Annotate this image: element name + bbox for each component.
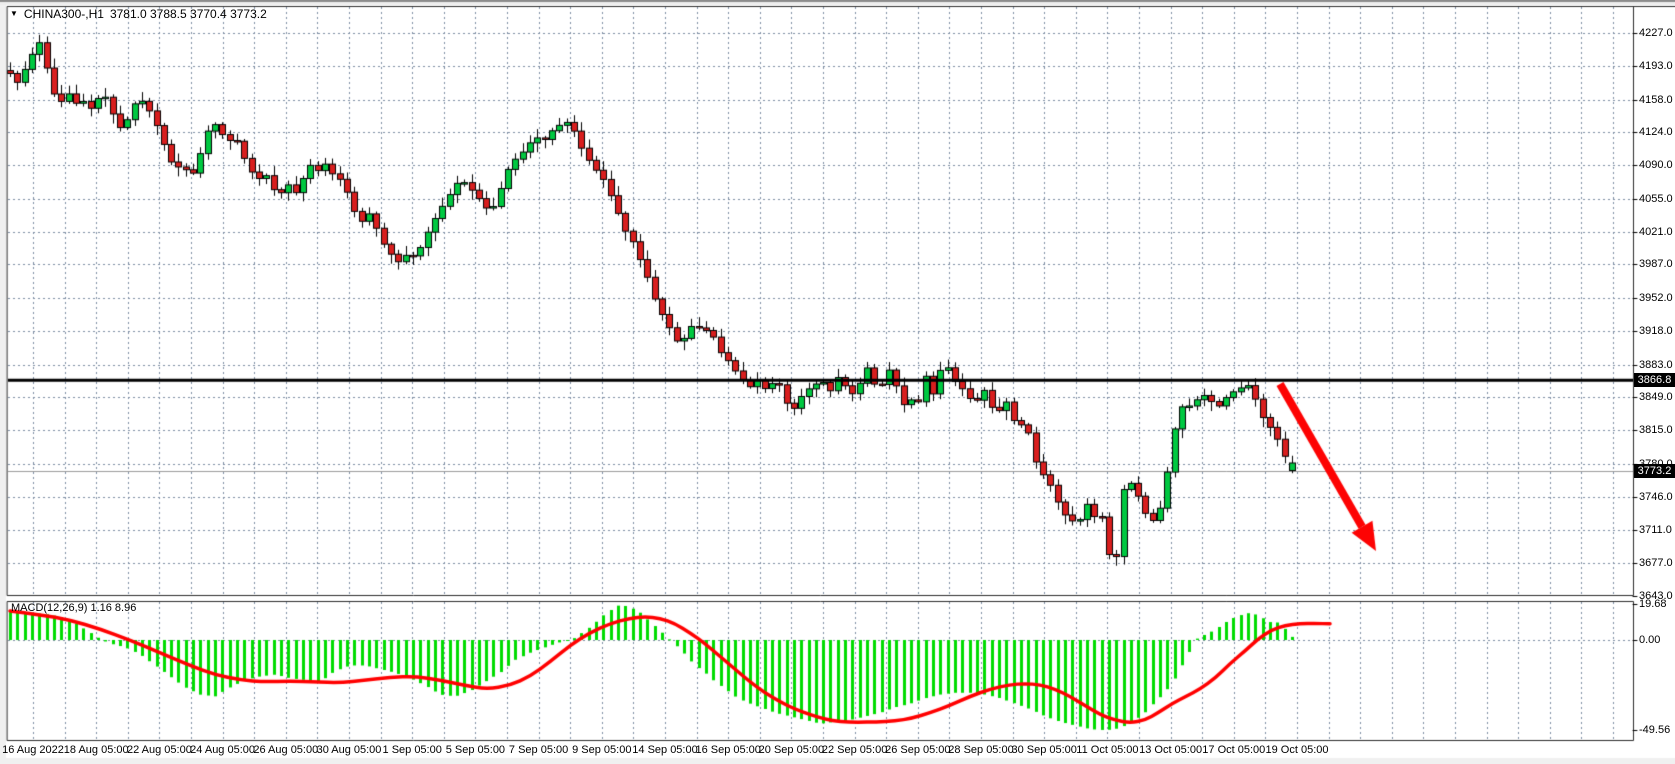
time-axis-label: 24 Aug 05:00 xyxy=(190,744,255,756)
price-axis-label: 3849.0 xyxy=(1639,391,1673,403)
time-axis-label: 13 Oct 05:00 xyxy=(1139,744,1202,756)
time-axis-label: 16 Sep 05:00 xyxy=(695,744,760,756)
price-axis-label: 3883.0 xyxy=(1639,359,1673,371)
current-price-tag: 3773.2 xyxy=(1634,464,1675,478)
time-axis-label: 22 Aug 05:00 xyxy=(127,744,192,756)
time-axis-label: 28 Sep 05:00 xyxy=(948,744,1013,756)
price-axis-label: 4090.0 xyxy=(1639,159,1673,171)
price-axis-label: 3987.0 xyxy=(1639,258,1673,270)
symbol-dropdown-icon[interactable]: ▼ xyxy=(10,10,18,18)
chart-title: ▼ CHINA300-,H1 3781.0 3788.5 3770.4 3773… xyxy=(10,7,267,21)
time-axis-label: 22 Sep 05:00 xyxy=(822,744,887,756)
price-axis-label: 3711.0 xyxy=(1639,524,1672,536)
price-axis-label: 4055.0 xyxy=(1639,193,1673,205)
time-axis-label: 30 Sep 05:00 xyxy=(1011,744,1076,756)
price-axis-label: 3746.0 xyxy=(1639,491,1673,503)
mt4-chart-window: ▼ CHINA300-,H1 3781.0 3788.5 3770.4 3773… xyxy=(0,0,1675,764)
ohlc-values: 3781.0 3788.5 3770.4 3773.2 xyxy=(110,7,267,21)
price-axis-label: 3815.0 xyxy=(1639,424,1673,436)
time-axis-label: 1 Sep 05:00 xyxy=(383,744,442,756)
time-axis-label: 19 Oct 05:00 xyxy=(1266,744,1329,756)
time-axis-label: 16 Aug 2022 xyxy=(2,744,64,756)
macd-axis-label: 19.68 xyxy=(1639,598,1667,610)
time-axis-label: 7 Sep 05:00 xyxy=(509,744,568,756)
price-axis-label: 4193.0 xyxy=(1639,60,1673,72)
time-axis-label: 17 Oct 05:00 xyxy=(1202,744,1265,756)
price-axis-label: 3952.0 xyxy=(1639,292,1673,304)
price-axis-label: 3677.0 xyxy=(1639,557,1673,569)
price-axis-label: 4158.0 xyxy=(1639,94,1673,106)
macd-axis-label: -49.56 xyxy=(1639,724,1670,736)
time-axis-label: 5 Sep 05:00 xyxy=(446,744,505,756)
time-axis-label: 20 Sep 05:00 xyxy=(759,744,824,756)
symbol-timeframe-label: CHINA300-,H1 xyxy=(24,7,104,21)
time-axis-label: 14 Sep 05:00 xyxy=(632,744,697,756)
time-axis-label: 11 Oct 05:00 xyxy=(1076,744,1138,756)
time-axis-label: 26 Aug 05:00 xyxy=(253,744,318,756)
price-axis-label: 4021.0 xyxy=(1639,226,1673,238)
chart-canvas[interactable] xyxy=(0,0,1675,764)
time-axis-label: 18 Aug 05:00 xyxy=(64,744,129,756)
time-axis-label: 9 Sep 05:00 xyxy=(572,744,631,756)
macd-axis-label: 0.00 xyxy=(1639,634,1660,646)
price-axis-label: 4227.0 xyxy=(1639,27,1673,39)
hline-price-tag: 3866.8 xyxy=(1634,373,1675,387)
time-axis-label: 26 Sep 05:00 xyxy=(885,744,950,756)
price-axis-label: 3918.0 xyxy=(1639,325,1673,337)
price-axis-label: 4124.0 xyxy=(1639,126,1673,138)
macd-indicator-label: MACD(12,26,9) 1.16 8.96 xyxy=(11,602,136,614)
time-axis-label: 30 Aug 05:00 xyxy=(317,744,382,756)
